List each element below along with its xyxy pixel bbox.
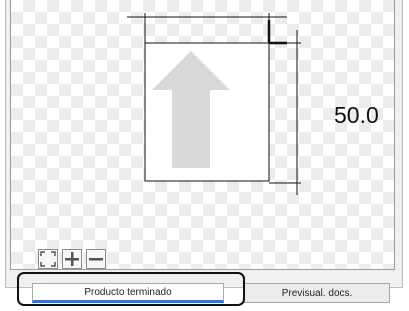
plus-icon [65, 252, 79, 266]
tab-label: Previsual. docs. [281, 287, 353, 299]
zoom-out-button[interactable] [86, 249, 106, 269]
fit-to-window-icon [40, 251, 56, 267]
dimension-label: 50.0 [334, 102, 379, 128]
minus-icon [89, 258, 103, 261]
fit-to-window-button[interactable] [38, 249, 58, 269]
tab-producto-terminado[interactable]: Producto terminado [32, 283, 224, 303]
tab-label: Producto terminado [84, 286, 172, 298]
zoom-in-button[interactable] [62, 249, 82, 269]
tab-previsual-docs[interactable]: Previsual. docs. [244, 283, 390, 303]
